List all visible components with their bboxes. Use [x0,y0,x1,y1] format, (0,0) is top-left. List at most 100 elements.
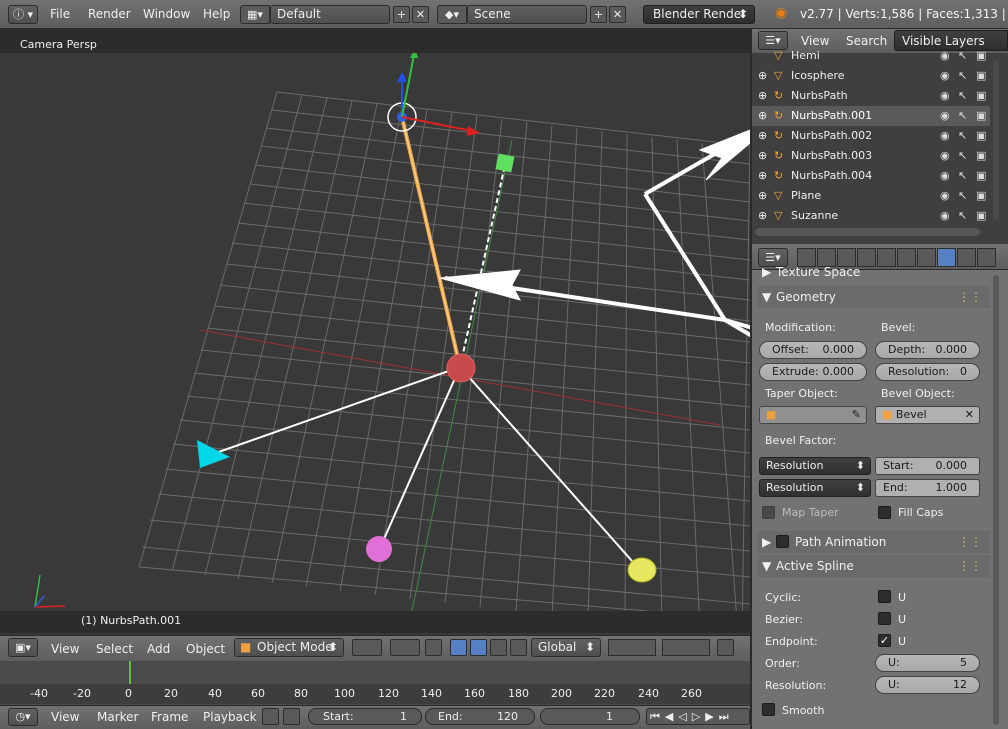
start-frame-field[interactable]: Start: 1 [308,708,422,725]
render-icon[interactable]: ▣ [976,186,986,206]
endpoint-u-checkbox[interactable]: ✓ [878,634,891,647]
menu-select[interactable]: Select [96,642,133,656]
menu-help[interactable]: Help [203,7,230,21]
selectable-icon[interactable]: ↖ [958,66,967,86]
outliner-scrollbar[interactable] [993,60,999,220]
cube-object-green[interactable] [495,153,515,173]
selectable-icon[interactable]: ↖ [958,86,967,106]
editor-type-icon[interactable]: ▣▾ [8,638,38,657]
close-layout-icon[interactable]: ✕ [412,6,429,23]
scene-selector[interactable]: Scene [467,5,587,24]
selectable-icon[interactable]: ↖ [958,126,967,146]
outliner-row-hemi[interactable]: ▽ Hemi ◉ ↖ ▣ [752,46,990,66]
render-icon[interactable]: ▣ [976,86,986,106]
selectable-icon[interactable]: ↖ [958,186,967,206]
outliner-row-suzanne[interactable]: ⊕ ▽ Suzanne ◉ ↖ ▣ [752,206,990,226]
bezier-u-checkbox[interactable] [878,612,891,625]
expand-icon[interactable]: ⊕ [758,126,767,146]
extrude-field[interactable]: Extrude: 0.000 [759,363,867,381]
expand-icon[interactable]: ⊕ [758,66,767,86]
render-engine-select[interactable]: Blender Render ⬍ [643,5,755,24]
offset-field[interactable]: Offset: 0.000 [759,341,867,359]
layers-grid-2[interactable] [662,639,710,656]
outliner-row-nurbspath[interactable]: ⊕ ↻ NurbsPath ◉ ↖ ▣ [752,86,990,106]
outliner-row-nurbspath-002[interactable]: ⊕ ↻ NurbsPath.002 ◉ ↖ ▣ [752,126,990,146]
timeline-menu-frame[interactable]: Frame [151,710,188,724]
lock-icon[interactable] [283,708,300,725]
manipulator-z-arrow[interactable] [397,72,407,82]
close-scene-icon[interactable]: ✕ [609,6,626,23]
transform-icon[interactable] [510,639,527,656]
timeline-editor-icon[interactable]: ◷▾ [8,708,38,726]
pivot-point-icon[interactable] [390,639,420,656]
cone-object[interactable] [197,440,230,468]
bevel-start-field[interactable]: Start: 0.000 [875,457,980,475]
interaction-mode-select[interactable]: ■ Object Mode ⬍ [234,638,344,657]
eye-icon[interactable]: ◉ [940,126,950,146]
texture-space-panel[interactable]: ▶ Texture Space [758,264,990,280]
menu-render[interactable]: Render [88,7,131,21]
outliner-hscrollbar[interactable] [755,228,980,236]
render-icon[interactable]: ▣ [976,126,986,146]
add-scene-icon[interactable]: + [590,6,607,23]
lock-camera-icon[interactable] [717,639,734,656]
resolution-u-field[interactable]: U: 12 [875,676,980,694]
selectable-icon[interactable]: ↖ [958,206,967,226]
expand-icon[interactable]: ⊕ [758,106,767,126]
cyclic-u-checkbox[interactable] [878,590,891,603]
drag-handle-icon[interactable]: ⋮⋮ [958,531,982,553]
eyedropper-icon[interactable]: ✎ [852,407,861,423]
render-icon[interactable]: ▣ [976,166,986,186]
rotate-icon[interactable] [470,639,487,656]
selectable-icon[interactable]: ↖ [958,146,967,166]
add-layout-icon[interactable]: + [393,6,410,23]
bevel-object-field[interactable]: ■ Bevel ✕ [875,406,980,424]
menu-window[interactable]: Window [143,7,190,21]
expand-icon[interactable]: ⊕ [758,206,767,226]
menu-object[interactable]: Object [186,642,225,656]
eye-icon[interactable]: ◉ [940,66,950,86]
bevel-resolution-field[interactable]: Resolution: 0 [875,363,980,381]
outliner-row-icosphere[interactable]: ⊕ ▽ Icosphere ◉ ↖ ▣ [752,66,990,86]
order-u-field[interactable]: U: 5 [875,654,980,672]
current-frame-field[interactable]: 1 [540,708,640,725]
taper-object-field[interactable]: ■ ✎ [759,406,867,424]
outliner-row-nurbspath-004[interactable]: ⊕ ↻ NurbsPath.004 ◉ ↖ ▣ [752,166,990,186]
render-icon[interactable]: ▣ [976,106,986,126]
cylinder-object-yellow[interactable] [627,557,657,583]
eye-icon[interactable]: ◉ [940,186,950,206]
transform-orientation-select[interactable]: Global ⬍ [531,638,601,657]
menu-add[interactable]: Add [147,642,170,656]
screen-layout-icon[interactable]: ▦▾ [240,5,270,24]
expand-icon[interactable]: ⊕ [758,186,767,206]
clear-icon[interactable]: ✕ [965,407,974,423]
eye-icon[interactable]: ◉ [940,206,950,226]
depth-field[interactable]: Depth: 0.000 [875,341,980,359]
selectable-icon[interactable]: ↖ [958,166,967,186]
drag-handle-icon[interactable]: ⋮⋮ [958,555,982,577]
properties-scrollbar[interactable] [993,275,999,725]
end-frame-field[interactable]: End: 120 [425,708,535,725]
geometry-panel-header[interactable]: ▼ Geometry ⋮⋮ [758,286,990,308]
icosphere-object[interactable] [446,353,476,383]
manipulator-x-arrow[interactable] [467,126,480,136]
timeline-menu-playback[interactable]: Playback [203,710,257,724]
expand-icon[interactable]: ⊕ [758,146,767,166]
eye-icon[interactable]: ◉ [940,86,950,106]
render-icon[interactable]: ▣ [976,66,986,86]
menu-view[interactable]: View [51,642,79,656]
viewport-shading-icon[interactable] [352,639,382,656]
eye-icon[interactable]: ◉ [940,146,950,166]
timeline-menu-view[interactable]: View [51,710,79,724]
eye-icon[interactable]: ◉ [940,106,950,126]
smooth-checkbox[interactable] [762,703,775,716]
expand-icon[interactable]: ⊕ [758,86,767,106]
layers-grid-1[interactable] [608,639,656,656]
bevel-end-field[interactable]: End: 1.000 [875,479,980,497]
fill-caps-checkbox[interactable] [878,506,891,519]
path-animation-panel-header[interactable]: ▶ Path Animation ⋮⋮ [758,531,990,553]
drag-handle-icon[interactable]: ⋮⋮ [958,286,982,308]
manipulator-toggle-icon[interactable] [425,639,442,656]
timeline-menu-marker[interactable]: Marker [97,710,138,724]
bevel-factor-mode-end[interactable]: Resolution ⬍ [759,479,871,497]
